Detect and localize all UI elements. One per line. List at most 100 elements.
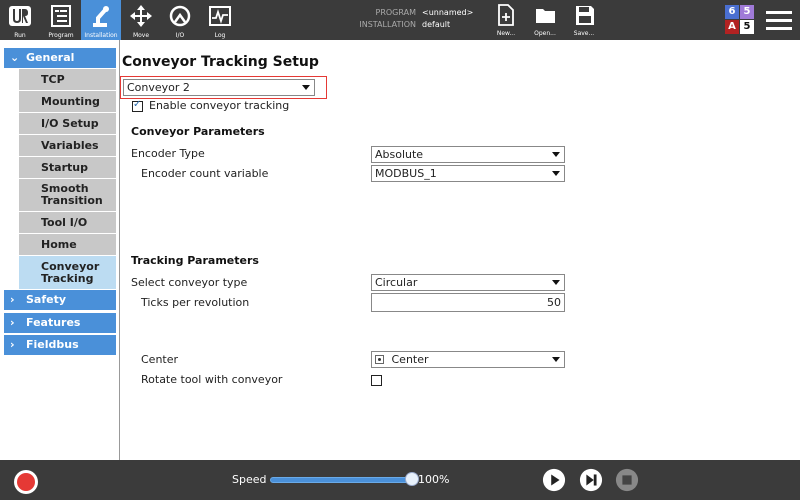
sidebar-item-smooth-transition[interactable]: Smooth Transition <box>19 179 116 211</box>
encoder-type-value: Absolute <box>375 148 424 161</box>
save-button[interactable]: Save... <box>566 0 602 40</box>
sidebar-item-label: Startup <box>41 160 88 174</box>
stop-button[interactable] <box>615 468 639 492</box>
top-bar: Run Program Installation Move I/O Log PR… <box>0 0 800 40</box>
bottom-bar: Speed 100% <box>0 460 800 500</box>
ur-logo-icon <box>9 6 31 26</box>
encoder-count-value: MODBUS_1 <box>375 167 437 180</box>
save-icon <box>576 6 594 25</box>
installation-tab[interactable]: Installation <box>81 0 121 40</box>
program-tab-label: Program <box>48 32 74 39</box>
installation-key: INSTALLATION <box>359 20 416 29</box>
log-tab-label: Log <box>214 32 226 39</box>
power-button[interactable] <box>14 470 38 494</box>
installation-tab-label: Installation <box>84 32 118 39</box>
badge-top-left: 6 <box>725 5 739 19</box>
sidebar-group-features[interactable]: › Features <box>4 313 116 333</box>
dropdown-arrow-icon <box>552 357 560 362</box>
rotate-tool-checkbox[interactable] <box>371 375 382 386</box>
sidebar-item-home[interactable]: Home <box>19 234 116 255</box>
dropdown-arrow-icon <box>552 280 560 285</box>
badge-bottom-right: 5 <box>740 20 754 34</box>
sidebar-group-fieldbus-label: Fieldbus <box>26 338 79 351</box>
sidebar-item-label: I/O Setup <box>41 116 99 130</box>
sidebar-group-general-label: General <box>26 51 75 64</box>
chevron-right-icon: › <box>10 316 15 329</box>
io-icon <box>169 5 191 27</box>
chevron-right-icon: › <box>10 293 15 306</box>
move-tab-label: Move <box>132 32 150 39</box>
rotate-tool-label: Rotate tool with conveyor <box>141 373 283 386</box>
dropdown-arrow-icon <box>552 171 560 176</box>
sidebar-group-safety-label: Safety <box>26 293 67 306</box>
badge-top-right: 5 <box>740 5 754 19</box>
encoder-count-dropdown[interactable]: MODBUS_1 <box>371 165 565 182</box>
sidebar-item-variables[interactable]: Variables <box>19 135 116 156</box>
speed-slider-thumb[interactable] <box>405 472 419 486</box>
new-button[interactable]: New... <box>488 0 524 40</box>
conveyor-parameters-heading: Conveyor Parameters <box>131 125 265 138</box>
conveyor-select-value: Conveyor 2 <box>127 81 190 94</box>
tracking-parameters-heading: Tracking Parameters <box>131 254 259 267</box>
sidebar-item-label: Conveyor Tracking <box>41 259 100 285</box>
move-tab[interactable]: Move <box>121 0 161 40</box>
sidebar-group-features-label: Features <box>26 316 81 329</box>
save-button-label: Save... <box>573 30 595 37</box>
sidebar-item-startup[interactable]: Startup <box>19 157 116 178</box>
center-value: Center <box>391 353 429 366</box>
io-tab-label: I/O <box>175 32 185 39</box>
conveyor-select-dropdown[interactable]: Conveyor 2 <box>123 79 315 96</box>
sidebar: ⌄ General TCP Mounting I/O Setup Variabl… <box>0 40 120 460</box>
conveyor-type-label: Select conveyor type <box>131 276 248 289</box>
ticks-per-revolution-label: Ticks per revolution <box>141 296 250 309</box>
sidebar-group-general[interactable]: ⌄ General <box>4 48 116 68</box>
folder-icon <box>536 9 555 23</box>
conveyor-type-dropdown[interactable]: Circular <box>371 274 565 291</box>
move-arrows-icon <box>130 5 152 27</box>
sidebar-item-tool-io[interactable]: Tool I/O <box>19 212 116 233</box>
sidebar-item-label: Variables <box>41 138 99 152</box>
point-icon <box>375 355 384 364</box>
encoder-type-label: Encoder Type <box>131 147 205 160</box>
log-icon <box>209 6 231 26</box>
chevron-right-icon: › <box>10 338 15 351</box>
conveyor-type-value: Circular <box>375 276 418 289</box>
speed-slider[interactable] <box>270 477 412 483</box>
sidebar-item-io-setup[interactable]: I/O Setup <box>19 113 116 134</box>
sidebar-item-label: Tool I/O <box>41 215 88 229</box>
program-key: PROGRAM <box>375 8 417 17</box>
sidebar-group-safety[interactable]: › Safety <box>4 290 116 310</box>
log-tab[interactable]: Log <box>200 0 240 40</box>
program-tab[interactable]: Program <box>41 0 81 40</box>
play-button[interactable] <box>542 468 566 492</box>
sidebar-item-label: Home <box>41 237 77 251</box>
enable-tracking-checkbox[interactable] <box>132 99 143 112</box>
step-button[interactable] <box>579 468 603 492</box>
main-panel: Conveyor Tracking Setup Conveyor 2 Enabl… <box>120 40 800 460</box>
io-tab[interactable]: I/O <box>160 0 200 40</box>
badge-bottom-left: A <box>725 20 739 34</box>
installation-value: default <box>422 20 451 29</box>
sidebar-item-conveyor-tracking[interactable]: Conveyor Tracking <box>19 256 116 289</box>
program-icon <box>51 5 71 27</box>
speed-value: 100% <box>418 473 450 486</box>
new-button-label: New... <box>496 30 516 37</box>
run-tab-label: Run <box>14 32 26 39</box>
encoder-type-dropdown[interactable]: Absolute <box>371 146 565 163</box>
center-label: Center <box>141 353 179 366</box>
robot-arm-icon <box>93 6 109 27</box>
sidebar-item-mounting[interactable]: Mounting <box>19 91 116 112</box>
sidebar-item-tcp[interactable]: TCP <box>19 69 116 90</box>
new-file-icon <box>498 4 514 26</box>
sidebar-item-label: Smooth Transition <box>41 182 103 207</box>
open-button[interactable]: Open... <box>527 0 563 40</box>
encoder-count-label: Encoder count variable <box>141 167 269 180</box>
run-tab[interactable]: Run <box>0 0 40 40</box>
dropdown-arrow-icon <box>552 152 560 157</box>
sidebar-group-fieldbus[interactable]: › Fieldbus <box>4 335 116 355</box>
status-badges[interactable]: 6 5 A 5 <box>725 5 755 35</box>
center-dropdown[interactable]: Center <box>371 351 565 368</box>
hamburger-menu-icon[interactable] <box>766 11 792 31</box>
ticks-per-revolution-input[interactable]: 50 <box>371 293 565 312</box>
page-title: Conveyor Tracking Setup <box>122 54 319 70</box>
